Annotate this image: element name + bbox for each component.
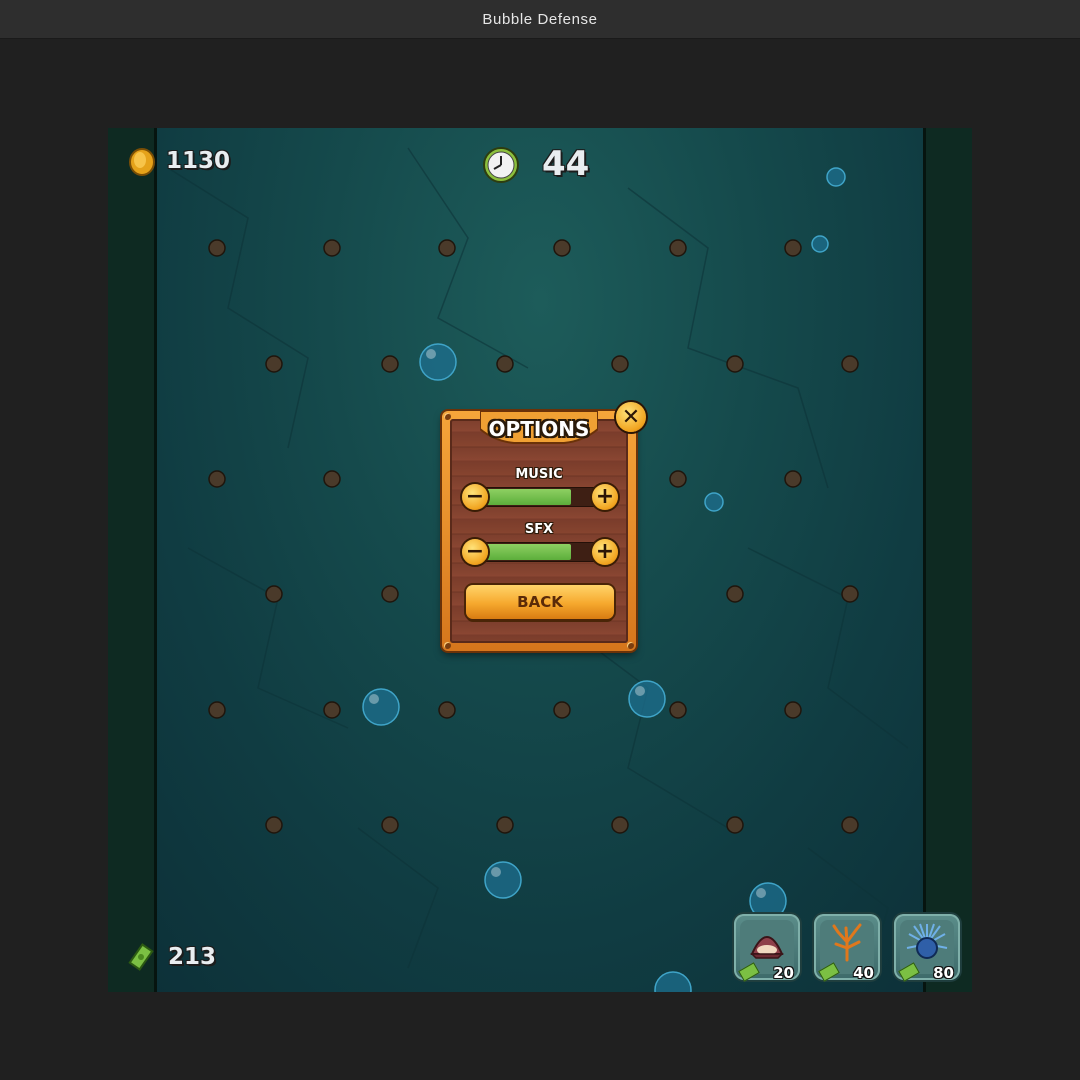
bubble-enemy xyxy=(826,167,846,187)
close-button[interactable]: ✕ xyxy=(616,402,646,432)
build-spot[interactable] xyxy=(669,239,687,257)
shop-price: 80 xyxy=(933,964,954,982)
options-dialog: OPTIONS MUSIC − + SFX − + BACK ✕ xyxy=(442,402,646,651)
build-spot[interactable] xyxy=(496,355,514,373)
shop-item-coral[interactable]: 40 xyxy=(814,914,880,982)
build-spot[interactable] xyxy=(784,470,802,488)
build-spot[interactable] xyxy=(841,816,859,834)
build-spot[interactable] xyxy=(323,239,341,257)
wave-timer: 44 xyxy=(542,144,590,184)
clam-icon xyxy=(750,936,784,959)
coin-icon xyxy=(129,148,155,176)
shop-item-clam[interactable]: 20 xyxy=(734,914,800,982)
bubble-enemy xyxy=(704,492,724,512)
sfx-increase-button[interactable]: + xyxy=(592,539,618,565)
build-spot[interactable] xyxy=(381,816,399,834)
build-spot[interactable] xyxy=(208,470,226,488)
bubble-enemy xyxy=(628,680,666,718)
music-label: MUSIC xyxy=(515,467,563,482)
window-title: Bubble Defense xyxy=(482,10,598,28)
build-spot[interactable] xyxy=(784,239,802,257)
build-spot[interactable] xyxy=(841,355,859,373)
build-spot[interactable] xyxy=(438,701,456,719)
build-spot[interactable] xyxy=(669,470,687,488)
sfx-decrease-button[interactable]: − xyxy=(462,539,488,565)
build-spot[interactable] xyxy=(208,701,226,719)
build-spot[interactable] xyxy=(784,701,802,719)
build-spot[interactable] xyxy=(265,816,283,834)
coin-counter: 1130 xyxy=(166,148,231,174)
build-spot[interactable] xyxy=(323,470,341,488)
build-spot[interactable] xyxy=(323,701,341,719)
build-spot[interactable] xyxy=(841,585,859,603)
build-spot[interactable] xyxy=(381,355,399,373)
minus-icon: − xyxy=(465,539,485,564)
shop-price: 20 xyxy=(773,964,794,982)
music-increase-button[interactable]: + xyxy=(592,484,618,510)
bubble-enemy xyxy=(811,235,829,253)
build-spot[interactable] xyxy=(611,355,629,373)
shop-item-sea-urchin[interactable]: 80 xyxy=(894,914,960,982)
back-button[interactable]: BACK xyxy=(466,585,614,619)
clock-icon xyxy=(483,147,519,183)
build-spot[interactable] xyxy=(553,239,571,257)
plus-icon: + xyxy=(595,484,615,509)
coral-icon xyxy=(832,923,862,962)
close-icon: ✕ xyxy=(621,404,641,430)
shop-price: 40 xyxy=(853,964,874,982)
build-spot[interactable] xyxy=(553,701,571,719)
back-button-label: BACK xyxy=(517,593,563,611)
build-spot[interactable] xyxy=(726,816,744,834)
build-spot[interactable] xyxy=(265,355,283,373)
build-spot[interactable] xyxy=(669,701,687,719)
build-spot[interactable] xyxy=(381,585,399,603)
build-spot[interactable] xyxy=(726,355,744,373)
minus-icon: − xyxy=(465,484,485,509)
cash-counter: 213 xyxy=(168,944,217,970)
game-canvas[interactable]: 1130 44 213 20 40 80 OPTIONS MUSIC − + S… xyxy=(108,128,972,992)
music-decrease-button[interactable]: − xyxy=(462,484,488,510)
build-spot[interactable] xyxy=(438,239,456,257)
build-spot[interactable] xyxy=(726,585,744,603)
sea-urchin-icon xyxy=(906,923,948,959)
bubble-enemy xyxy=(362,688,400,726)
build-spot[interactable] xyxy=(496,816,514,834)
sfx-label: SFX xyxy=(524,522,554,537)
plus-icon: + xyxy=(595,539,615,564)
dialog-title: OPTIONS xyxy=(488,417,590,441)
build-spot[interactable] xyxy=(611,816,629,834)
bubble-enemy xyxy=(419,343,457,381)
bubble-enemy xyxy=(654,971,692,992)
cash-icon xyxy=(128,943,154,971)
build-spot[interactable] xyxy=(208,239,226,257)
build-spot[interactable] xyxy=(265,585,283,603)
bubble-enemy xyxy=(484,861,522,899)
window-titlebar: Bubble Defense xyxy=(0,0,1080,39)
